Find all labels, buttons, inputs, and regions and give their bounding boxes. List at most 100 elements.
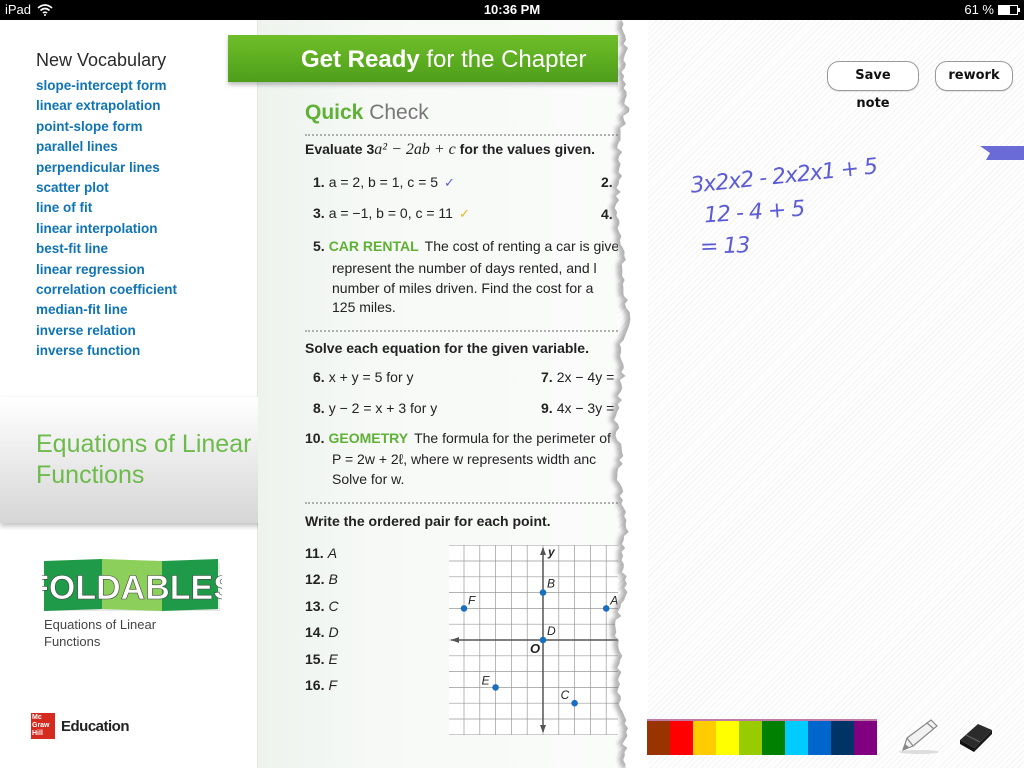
question-1[interactable]: 1. a = 2, b = 1, c = 5 ✓	[313, 174, 455, 191]
torn-edge	[608, 20, 648, 768]
color-palette	[647, 719, 877, 755]
foldables-description: Equations of Linear Functions	[44, 616, 214, 650]
vocab-link[interactable]: inverse function	[36, 341, 177, 361]
question-text: a = 2, b = 1, c = 5	[328, 174, 439, 190]
question-number: 10.	[305, 430, 325, 446]
bookmark-ribbon-icon[interactable]	[980, 146, 1024, 160]
pencil-icon[interactable]	[897, 716, 941, 756]
vocab-link[interactable]: perpendicular lines	[36, 158, 177, 178]
foldables-logo-text: FOLDABLES	[42, 569, 222, 607]
chapter-title: Equations of Linear Functions	[36, 429, 251, 491]
question-number: 9.	[541, 400, 553, 416]
divider	[305, 502, 625, 504]
question-text: A	[327, 545, 338, 561]
color-swatch[interactable]	[808, 721, 831, 755]
question-text: x + y = 5 for y	[328, 369, 414, 385]
color-swatch[interactable]	[762, 721, 785, 755]
question-number: 12.	[305, 571, 325, 588]
note-panel[interactable]	[618, 20, 1024, 768]
question-15[interactable]: 15. E	[305, 651, 338, 667]
clock: 10:36 PM	[483, 2, 541, 17]
vocab-link[interactable]: inverse relation	[36, 321, 177, 341]
graph-point-label: E	[482, 673, 491, 687]
vocab-link[interactable]: linear regression	[36, 260, 177, 280]
y-axis-label: y	[547, 545, 556, 559]
chapter-title-line2: Functions	[36, 461, 145, 489]
question-16[interactable]: 16. F	[305, 677, 337, 693]
header-bold: Get Ready	[301, 46, 420, 73]
question-keyword: GEOMETRY	[328, 430, 409, 446]
quick-check-rest: Check	[363, 101, 429, 124]
question-number: 16.	[305, 677, 325, 693]
vocab-link[interactable]: scatter plot	[36, 178, 177, 198]
vocab-link[interactable]: linear interpolation	[36, 219, 177, 239]
color-swatch[interactable]	[831, 721, 854, 755]
screen: iPad 10:36 PM 61 % New Vocabulary slope-…	[0, 0, 1024, 768]
instr1-post: for the values given.	[455, 141, 596, 157]
question-6[interactable]: 6. x + y = 5 for y	[313, 369, 414, 385]
quick-check-title: Quick Check	[305, 101, 429, 125]
question-13[interactable]: 13. C	[305, 598, 339, 614]
question-text: a = −1, b = 0, c = 11	[328, 205, 453, 221]
vocab-link[interactable]: line of fit	[36, 198, 177, 218]
vocab-link[interactable]: slope-intercept form	[36, 76, 177, 96]
question-text: D	[328, 624, 339, 641]
question-5-line4: 125 miles.	[332, 299, 396, 315]
coordinate-graph: yOABCDEF	[449, 545, 619, 735]
check-icon: ✓	[458, 206, 470, 221]
color-swatch[interactable]	[716, 721, 739, 755]
rework-button[interactable]: rework	[935, 61, 1013, 91]
question-14[interactable]: 14. D	[305, 624, 339, 640]
question-12[interactable]: 12. B	[305, 571, 338, 587]
instruction-evaluate: Evaluate 3a² − 2ab + c for the values gi…	[305, 141, 595, 159]
sidebar: New Vocabulary slope-intercept form linea…	[0, 20, 258, 768]
color-swatch[interactable]	[647, 721, 670, 755]
question-text: E	[328, 650, 338, 667]
question-5-line2: represent the number of days rented, and…	[332, 260, 597, 276]
graph-point-label: B	[547, 577, 555, 591]
question-5-line3: number of miles driven. Find the cost fo…	[332, 280, 594, 296]
vocab-link[interactable]: best-fit line	[36, 239, 177, 259]
question-10[interactable]: 10. GEOMETRY The formula for the perimeter…	[305, 430, 611, 446]
origin-label: O	[530, 641, 540, 656]
color-swatch[interactable]	[670, 721, 693, 755]
chapter-tab[interactable]: Equations of Linear Functions	[0, 395, 290, 523]
instruction-solve: Solve each equation for the given variab…	[305, 340, 589, 356]
publisher-text: Education	[61, 717, 130, 735]
vocab-link[interactable]: point-slope form	[36, 117, 177, 137]
foldables-logo[interactable]: FOLDABLES	[42, 557, 222, 617]
vocab-link[interactable]: correlation coefficient	[36, 280, 177, 300]
vocab-link[interactable]: median-fit line	[36, 300, 177, 320]
question-number: 7.	[541, 369, 553, 385]
page-header: Get Ready for the Chapter	[228, 35, 628, 82]
color-swatch[interactable]	[785, 721, 808, 755]
instr1-pre: Evaluate 3	[305, 141, 375, 157]
color-swatch[interactable]	[854, 721, 877, 755]
quick-check-bold: Quick	[305, 101, 364, 124]
question-number: 5.	[313, 238, 325, 254]
graph-point-C	[571, 699, 578, 707]
graph-point-label: C	[561, 688, 570, 702]
question-number: 14.	[305, 624, 325, 641]
battery-percent: 61 %	[964, 2, 994, 17]
check-icon: ✓	[444, 175, 455, 190]
question-5[interactable]: 5. CAR RENTAL The cost of renting a car is…	[313, 238, 619, 254]
question-number: 3.	[313, 205, 325, 221]
question-8[interactable]: 8. y − 2 = x + 3 for y	[313, 400, 437, 416]
question-number: 1.	[313, 174, 325, 190]
save-note-button[interactable]: Save note	[827, 61, 919, 111]
graph-point-label: D	[547, 624, 556, 638]
instruction-ordered-pair: Write the ordered pair for each point.	[305, 513, 551, 529]
note-line-3: = 13	[699, 233, 750, 260]
color-swatch[interactable]	[693, 721, 716, 755]
battery-icon	[998, 4, 1020, 15]
graph-point-E	[492, 684, 499, 691]
color-swatch[interactable]	[739, 721, 762, 755]
vocab-link[interactable]: parallel lines	[36, 137, 177, 157]
question-3[interactable]: 3. a = −1, b = 0, c = 11 ✓	[313, 205, 470, 222]
publisher-logo: Mc Graw Hill Education	[31, 713, 130, 739]
divider	[305, 330, 625, 332]
eraser-icon[interactable]	[956, 718, 996, 754]
question-11[interactable]: 11. A	[305, 545, 337, 561]
vocab-link[interactable]: linear extrapolation	[36, 96, 177, 116]
